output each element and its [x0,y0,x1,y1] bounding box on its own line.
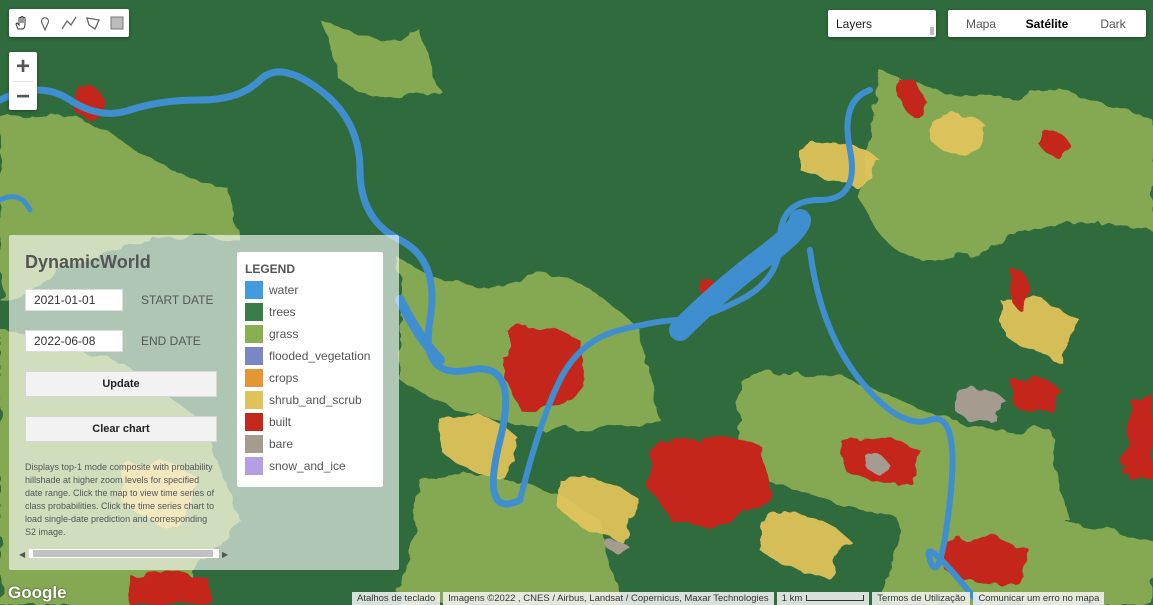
panel-horizontal-scrollbar[interactable]: ◀ ▶ [19,547,229,560]
panel-description: Displays top-1 mode composite with proba… [25,462,215,537]
panel-title: DynamicWorld [25,252,151,272]
drawing-toolbar [9,9,129,37]
legend-item-built: built [245,413,291,431]
start-date-input[interactable]: 2021-01-01 [25,289,123,311]
layers-scrollbar[interactable] [930,27,934,35]
zoom-control: + − [9,52,37,110]
legend-swatch [245,369,263,387]
legend-label: flooded_vegetation [269,349,371,363]
scroll-right-icon[interactable]: ▶ [222,550,228,559]
line-icon[interactable] [57,9,81,37]
scale-label: 1 km [781,593,803,604]
scroll-thumb[interactable] [33,550,213,557]
map-type-control: Mapa Satélite Dark [948,10,1146,37]
clear-chart-button[interactable]: Clear chart [25,416,217,442]
scale-indicator[interactable]: 1 km [776,592,870,605]
legend-label: snow_and_ice [269,459,346,473]
legend-swatch [245,435,263,453]
end-date-label: END DATE [141,334,201,348]
legend-item-grass: grass [245,325,298,343]
legend-swatch [245,457,263,475]
map-footer: Atalhos de teclado Imagens ©2022 , CNES … [352,592,1107,605]
hand-icon[interactable] [9,9,33,37]
rectangle-icon[interactable] [105,9,129,37]
scroll-left-icon[interactable]: ◀ [19,550,25,559]
attribution-text: Imagens ©2022 , CNES / Airbus, Landsat /… [443,592,774,605]
legend-label: water [269,283,299,297]
legend-swatch [245,303,263,321]
layers-label: Layers [836,16,873,31]
legend-swatch [245,281,263,299]
legend-title: LEGEND [245,262,296,276]
zoom-in-button[interactable]: + [9,52,37,81]
update-button[interactable]: Update [25,371,217,397]
zoom-out-button[interactable]: − [9,82,37,111]
legend-item-flooded-vegetation: flooded_vegetation [245,347,370,365]
polygon-icon[interactable] [81,9,105,37]
legend-item-bare: bare [245,435,293,453]
keyboard-shortcuts-link[interactable]: Atalhos de teclado [352,592,441,605]
legend-label: trees [269,305,296,319]
legend-label: grass [269,327,299,341]
legend-label: crops [269,371,299,385]
legend-swatch [245,347,263,365]
terms-link[interactable]: Termos de Utilização [872,592,971,605]
end-date-input[interactable]: 2022-06-08 [25,330,123,352]
report-error-link[interactable]: Comunicar um erro no mapa [973,592,1105,605]
legend-label: shrub_and_scrub [269,393,362,407]
legend-swatch [245,413,263,431]
legend-item-crops: crops [245,369,298,387]
point-icon[interactable] [33,9,57,37]
legend-item-shrub-and-scrub: shrub_and_scrub [245,391,362,409]
layers-select[interactable]: Layers [828,10,936,37]
legend-item-trees: trees [245,303,296,321]
legend-item-water: water [245,281,298,299]
map-type-mapa-button[interactable]: Mapa [948,10,1014,37]
legend-label: built [269,415,292,429]
map-type-satellite-button[interactable]: Satélite [1014,10,1080,37]
start-date-label: START DATE [141,293,214,307]
legend-swatch [245,325,263,343]
legend-swatch [245,391,263,409]
legend-label: bare [269,437,294,451]
map-type-dark-button[interactable]: Dark [1080,10,1146,37]
legend-item-snow-and-ice: snow_and_ice [245,457,346,475]
legend: LEGEND water trees grass flooded_vegetation… [237,252,383,487]
google-logo[interactable]: Google [8,583,67,603]
scale-bar [806,595,865,602]
